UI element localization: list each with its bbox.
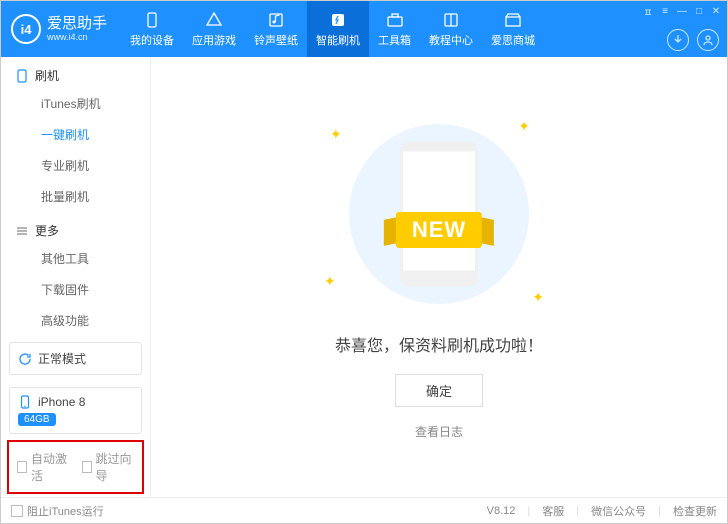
skip-wizard-checkbox[interactable]: 跳过向导 [82,450,135,484]
nav-book[interactable]: 教程中心 [420,1,482,57]
sidebar-item[interactable]: 高级功能 [1,305,150,336]
list-icon [15,224,29,238]
wechat-link[interactable]: 微信公众号 [591,503,646,519]
sidebar-section-flash: 刷机 [1,57,150,88]
sidebar-item[interactable]: iTunes刷机 [1,88,150,119]
phone-icon [18,395,32,409]
support-link[interactable]: 客服 [542,503,564,519]
download-icon[interactable] [667,29,689,51]
sidebar-item[interactable]: 下载固件 [1,274,150,305]
app-header: i4 爱思助手 www.i4.cn 我的设备应用游戏铃声壁纸智能刷机工具箱教程中… [1,1,727,57]
minimize-button[interactable]: — [675,4,689,18]
sidebar-item[interactable]: 一键刷机 [1,119,150,150]
sidebar-section-more: 更多 [1,212,150,243]
nav-apps[interactable]: 应用游戏 [183,1,245,57]
cart-icon[interactable]: ㅍ [641,4,655,18]
update-link[interactable]: 检查更新 [673,503,717,519]
success-message: 恭喜您，保资料刷机成功啦！ [335,332,543,356]
device-mode-box[interactable]: 正常模式 [9,342,142,375]
brand-name: 爱思助手 [47,16,107,32]
flash-icon [329,11,347,29]
view-log-link[interactable]: 查看日志 [415,423,463,440]
logo-badge: i4 [11,14,41,44]
auto-activate-checkbox[interactable]: 自动激活 [17,450,70,484]
device-storage-badge: 64GB [18,413,56,426]
toolbox-icon [386,11,404,29]
refresh-icon [18,352,32,366]
maximize-button[interactable]: □ [692,4,706,18]
top-nav: 我的设备应用游戏铃声壁纸智能刷机工具箱教程中心爱思商城 [121,1,544,57]
statusbar: 阻止iTunes运行 V8.12 | 客服 | 微信公众号 | 检查更新 [1,497,727,523]
phone-icon [15,69,29,83]
shop-icon [504,11,522,29]
apps-icon [205,11,223,29]
user-icon[interactable] [697,29,719,51]
ok-button[interactable]: 确定 [395,374,483,407]
sidebar-item[interactable]: 批量刷机 [1,181,150,212]
ribbon-label: NEW [396,212,482,248]
window-controls: ㅍ ≡ — □ ✕ [641,4,723,18]
brand-url: www.i4.cn [47,32,107,42]
book-icon [442,11,460,29]
sidebar: 刷机 iTunes刷机一键刷机专业刷机批量刷机 更多 其他工具下载固件高级功能 … [1,57,151,497]
nav-toolbox[interactable]: 工具箱 [369,1,420,57]
nav-shop[interactable]: 爱思商城 [482,1,544,57]
nav-music[interactable]: 铃声壁纸 [245,1,307,57]
sidebar-item[interactable]: 专业刷机 [1,150,150,181]
music-icon [267,11,285,29]
device-box[interactable]: iPhone 8 64GB [9,387,142,434]
brand-logo: i4 爱思助手 www.i4.cn [11,14,107,44]
sidebar-item[interactable]: 其他工具 [1,243,150,274]
nav-flash[interactable]: 智能刷机 [307,1,369,57]
version-label: V8.12 [487,505,516,517]
close-button[interactable]: ✕ [709,4,723,18]
menu-icon[interactable]: ≡ [658,4,672,18]
options-box: 自动激活 跳过向导 [7,440,144,494]
main-content: ✦✦✦✦ NEW 恭喜您，保资料刷机成功啦！ 确定 查看日志 [151,57,727,497]
nav-phone[interactable]: 我的设备 [121,1,183,57]
success-illustration: ✦✦✦✦ NEW [324,114,554,314]
block-itunes-checkbox[interactable]: 阻止iTunes运行 [11,503,104,519]
device-name: iPhone 8 [38,395,85,409]
phone-icon [143,11,161,29]
